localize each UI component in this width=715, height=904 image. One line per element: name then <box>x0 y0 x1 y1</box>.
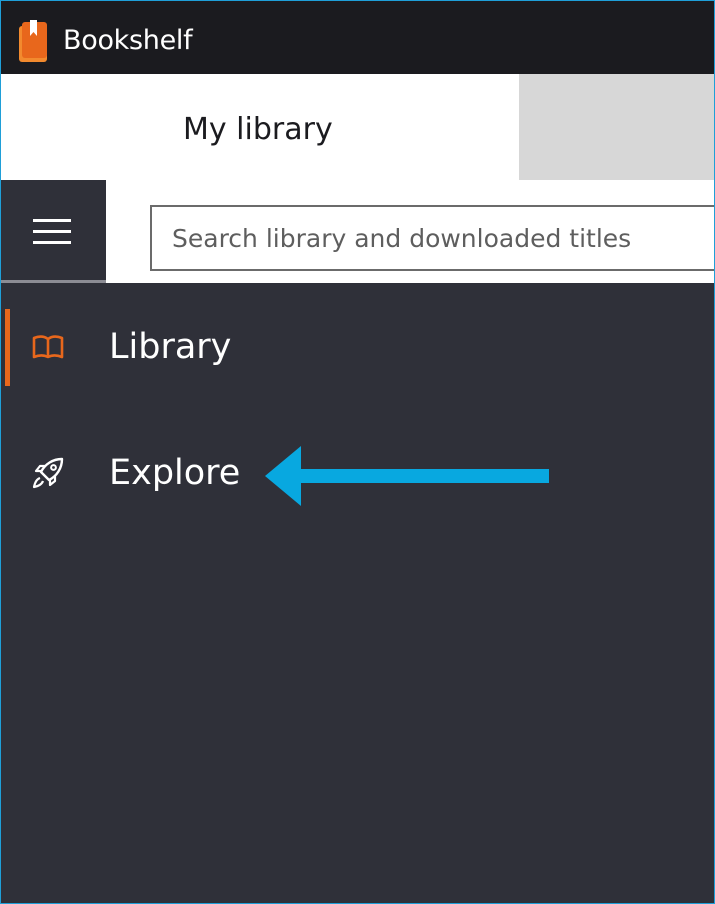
tab-label: My library <box>183 112 333 147</box>
app-window: Bookshelf My library Library <box>0 0 715 904</box>
bookshelf-logo-icon <box>19 20 47 62</box>
sidebar-item-library[interactable]: Library <box>1 292 714 402</box>
sidebar-item-label: Library <box>109 327 232 367</box>
active-indicator <box>5 309 10 386</box>
tab-inactive[interactable] <box>519 74 714 180</box>
hamburger-menu-button[interactable] <box>1 180 106 283</box>
open-book-icon <box>32 335 64 359</box>
title-bar: Bookshelf <box>1 1 714 74</box>
tab-strip: My library <box>1 74 714 180</box>
app-title: Bookshelf <box>63 25 193 56</box>
hamburger-icon <box>33 219 71 244</box>
rocket-icon <box>32 457 64 489</box>
tab-my-library[interactable]: My library <box>1 74 519 180</box>
sidebar-nav: Library Explore <box>1 283 714 903</box>
search-row <box>1 180 714 283</box>
arrow-left-icon <box>265 446 549 506</box>
search-input[interactable] <box>150 205 714 271</box>
sidebar-item-label: Explore <box>109 453 241 493</box>
